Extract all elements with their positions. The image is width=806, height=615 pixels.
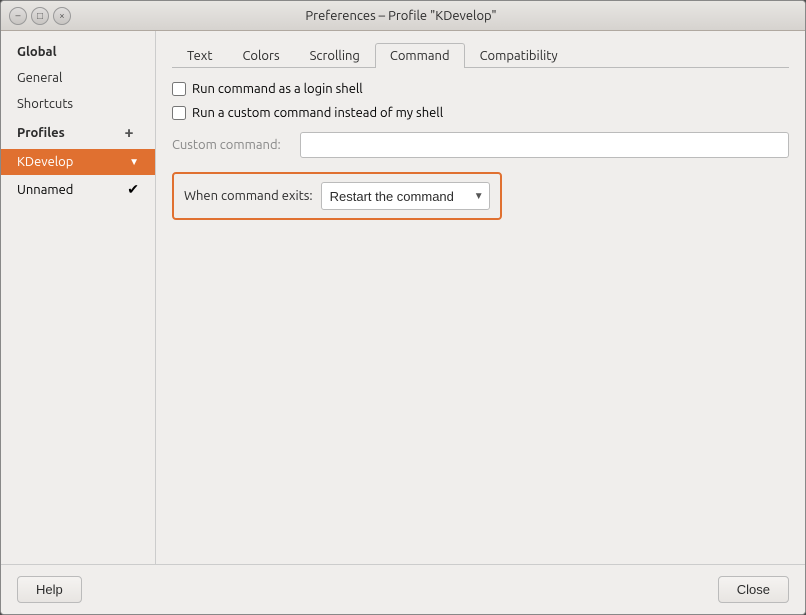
- titlebar: – □ × Preferences – Profile "KDevelop": [1, 1, 805, 31]
- window-body: Global General Shortcuts Profiles + KDev…: [1, 31, 805, 564]
- run-custom-row: Run a custom command instead of my shell: [172, 106, 789, 120]
- when-exits-label: When command exits:: [184, 189, 313, 203]
- run-as-login-checkbox[interactable]: [172, 82, 186, 96]
- titlebar-controls: – □ ×: [9, 7, 71, 25]
- sidebar-profiles-row: Profiles +: [1, 117, 155, 149]
- sidebar-item-global[interactable]: Global: [1, 39, 155, 65]
- run-custom-label: Run a custom command instead of my shell: [192, 106, 443, 120]
- unnamed-check-icon: ✔: [127, 181, 139, 198]
- sidebar-item-kdevelop[interactable]: KDevelop ▼: [1, 149, 155, 175]
- kdevelop-arrow-icon: ▼: [129, 156, 139, 168]
- custom-command-label: Custom command:: [172, 138, 292, 152]
- preferences-window: – □ × Preferences – Profile "KDevelop" G…: [0, 0, 806, 615]
- run-custom-checkbox[interactable]: [172, 106, 186, 120]
- sidebar-item-general[interactable]: General: [1, 65, 155, 91]
- tab-command[interactable]: Command: [375, 43, 465, 68]
- custom-command-input[interactable]: [300, 132, 789, 158]
- tab-bar: Text Colors Scrolling Command Compatibil…: [172, 43, 789, 68]
- custom-command-row: Custom command:: [172, 132, 789, 158]
- tab-text[interactable]: Text: [172, 43, 227, 68]
- sidebar-profiles-label: Profiles: [17, 126, 65, 140]
- tab-scrolling[interactable]: Scrolling: [295, 43, 375, 68]
- tab-colors[interactable]: Colors: [227, 43, 294, 68]
- run-as-login-label: Run command as a login shell: [192, 82, 363, 96]
- add-profile-button[interactable]: +: [119, 123, 139, 143]
- bottom-bar: Help Close: [1, 564, 805, 614]
- window-title: Preferences – Profile "KDevelop": [71, 9, 731, 23]
- when-exits-select-wrap: Restart the command Exit the terminal Ho…: [321, 182, 490, 210]
- sidebar-general-label: General: [17, 71, 62, 85]
- main-content: Text Colors Scrolling Command Compatibil…: [156, 31, 805, 564]
- when-exits-select[interactable]: Restart the command Exit the terminal Ho…: [321, 182, 490, 210]
- close-button[interactable]: ×: [53, 7, 71, 25]
- run-as-login-row: Run command as a login shell: [172, 82, 789, 96]
- sidebar-unnamed-label: Unnamed: [17, 183, 73, 197]
- close-dialog-button[interactable]: Close: [718, 576, 789, 603]
- sidebar-item-unnamed[interactable]: Unnamed ✔: [1, 175, 155, 204]
- sidebar: Global General Shortcuts Profiles + KDev…: [1, 31, 156, 564]
- maximize-button[interactable]: □: [31, 7, 49, 25]
- tab-compatibility[interactable]: Compatibility: [465, 43, 573, 68]
- sidebar-global-label: Global: [17, 45, 57, 59]
- command-tab-content: Run command as a login shell Run a custo…: [172, 82, 789, 552]
- sidebar-kdevelop-label: KDevelop: [17, 155, 73, 169]
- minimize-button[interactable]: –: [9, 7, 27, 25]
- when-command-exits-row: When command exits: Restart the command …: [172, 172, 502, 220]
- sidebar-item-shortcuts[interactable]: Shortcuts: [1, 91, 155, 117]
- help-button[interactable]: Help: [17, 576, 82, 603]
- sidebar-shortcuts-label: Shortcuts: [17, 97, 73, 111]
